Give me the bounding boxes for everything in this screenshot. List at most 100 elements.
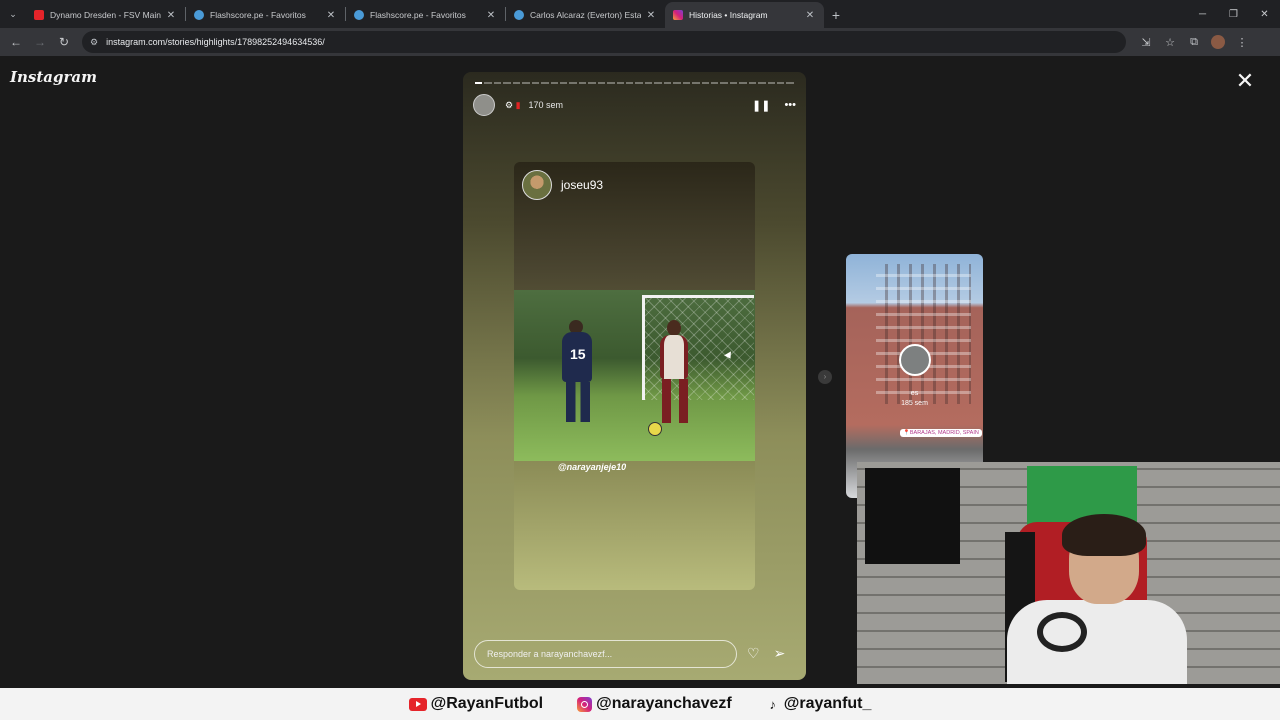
next-story-arrow-icon[interactable]: › [818, 370, 832, 384]
soccer-match-photo: 15 [514, 290, 755, 461]
progress-segment [739, 82, 747, 84]
reply-input[interactable]: Responder a narayanchavezf... [474, 640, 737, 668]
profile-avatar[interactable] [1206, 30, 1230, 54]
bookmark-star-icon[interactable]: ☆ [1158, 30, 1182, 54]
tab-close-icon[interactable]: ✕ [325, 10, 337, 21]
extensions-puzzle-icon[interactable]: ⧉ [1182, 30, 1206, 54]
install-app-icon[interactable]: ⇲ [1134, 30, 1158, 54]
address-bar[interactable]: ⚙ instagram.com/stories/highlights/17898… [82, 31, 1126, 53]
progress-segment [541, 82, 549, 84]
more-options-icon[interactable]: ••• [784, 99, 796, 112]
tiktok-icon: ♪ [769, 696, 777, 712]
next-story-timestamp: 185 sem [901, 400, 928, 407]
progress-segment [654, 82, 662, 84]
tab-close-icon[interactable]: ✕ [485, 10, 497, 21]
tab-close-icon[interactable]: ✕ [165, 10, 177, 21]
instagram-logo[interactable]: Instagram [10, 68, 97, 86]
youtube-icon [408, 697, 427, 711]
youtube-handle-text: @RayanFutbol [430, 695, 544, 712]
close-stories-icon[interactable]: ✕ [1234, 70, 1256, 92]
browser-tab[interactable]: Carlos Alcaraz (Everton) Estadís ✕ [506, 2, 665, 28]
share-send-icon[interactable]: ➢ [774, 645, 786, 662]
reply-placeholder: Responder a narayanchavezf... [487, 649, 613, 659]
story-viewer[interactable]: ⚙ ▮ 170 sem ❚❚ ••• joseu93 15 @narayanje… [463, 72, 806, 680]
restore-icon[interactable]: ❐ [1218, 0, 1249, 28]
progress-segment [522, 82, 530, 84]
flashscore-favicon-icon [194, 10, 204, 20]
like-heart-icon[interactable]: ♡ [747, 645, 760, 662]
post-author-avatar[interactable] [522, 170, 552, 200]
progress-segment [692, 82, 700, 84]
monitor [865, 468, 960, 564]
tab-close-icon[interactable]: ✕ [645, 10, 657, 21]
minimize-icon[interactable]: ─ [1187, 0, 1218, 28]
tab-title: Historias • Instagram [689, 10, 768, 20]
next-story-username: es [910, 390, 919, 397]
progress-segment [597, 82, 606, 84]
instagram-icon [577, 696, 593, 712]
pause-icon[interactable]: ❚❚ [752, 99, 770, 112]
tab-close-icon[interactable]: ✕ [804, 10, 816, 21]
progress-segment [578, 82, 587, 84]
progress-segment [663, 82, 672, 84]
player-white-red-kit [660, 335, 688, 379]
progress-segment [786, 82, 794, 84]
progress-segment [626, 82, 634, 84]
tab-title: Flashscore.pe - Favoritos [370, 10, 466, 20]
player-head [667, 320, 681, 336]
progress-segment [550, 82, 558, 84]
browser-tab-strip: ⌄ Dynamo Dresden - FSV Mainz 0 ✕ Flashsc… [0, 0, 1280, 28]
browser-tab[interactable]: Dynamo Dresden - FSV Mainz 0 ✕ [26, 2, 185, 28]
post-author-username[interactable]: joseu93 [561, 178, 603, 192]
progress-segment [644, 82, 653, 84]
progress-segment [512, 82, 521, 84]
youtube-handle: @RayanFutbol [408, 695, 544, 713]
player-legs [566, 382, 590, 422]
progress-segment [607, 82, 615, 84]
instagram-handle: @narayanchavezf [577, 695, 732, 713]
progress-segment [569, 82, 577, 84]
progress-segment [484, 82, 492, 84]
close-window-icon[interactable]: ✕ [1249, 0, 1280, 28]
person-shirt [1007, 600, 1187, 684]
back-arrow-icon[interactable]: ← [4, 30, 28, 54]
progress-segment [616, 82, 624, 84]
progress-segment [729, 82, 738, 84]
site-favicon-icon [514, 10, 524, 20]
progress-segment [588, 82, 596, 84]
browser-menu-icon[interactable]: ⋮ [1230, 30, 1254, 54]
mention-tag[interactable]: @narayanjeje10 [514, 462, 670, 472]
social-banner: @RayanFutbol @narayanchavezf ♪ @rayanfut… [0, 688, 1280, 720]
tab-search-chevron-icon[interactable]: ⌄ [0, 0, 26, 28]
progress-segment [701, 82, 709, 84]
forward-arrow-icon[interactable]: → [28, 30, 52, 54]
story-header: ⚙ ▮ 170 sem ❚❚ ••• [473, 94, 796, 116]
player-blue-kit: 15 [562, 332, 592, 382]
streamer-webcam [857, 462, 1280, 684]
progress-segment [475, 82, 483, 84]
progress-segment [720, 82, 728, 84]
shared-post-card[interactable]: joseu93 15 @narayanjeje10 [514, 162, 755, 590]
window-controls: ─ ❐ ✕ [1187, 0, 1280, 28]
browser-tab-active[interactable]: Historias • Instagram ✕ [665, 2, 824, 28]
new-tab-plus-icon[interactable]: + [824, 2, 848, 28]
progress-segment [635, 82, 643, 84]
player-legs [662, 379, 688, 423]
story-progress-bars [475, 82, 794, 84]
tab-title: Dynamo Dresden - FSV Mainz 0 [50, 10, 161, 20]
progress-segment [559, 82, 568, 84]
jersey-number: 15 [570, 346, 586, 362]
browser-tab[interactable]: Flashscore.pe - Favoritos ✕ [346, 2, 505, 28]
location-text: BARAJAS, MADRID, SPAIN [909, 430, 979, 436]
next-story-avatar [899, 344, 931, 376]
url-text: instagram.com/stories/highlights/1789825… [106, 37, 325, 47]
flashscore-favicon-icon [354, 10, 364, 20]
progress-segment [531, 82, 540, 84]
browser-tab[interactable]: Flashscore.pe - Favoritos ✕ [186, 2, 345, 28]
highlight-avatar[interactable] [473, 94, 495, 116]
site-info-icon[interactable]: ⚙ [90, 37, 98, 48]
progress-segment [493, 82, 502, 84]
progress-segment [682, 82, 691, 84]
person-hair [1062, 514, 1146, 556]
reload-icon[interactable]: ↻ [52, 30, 76, 54]
